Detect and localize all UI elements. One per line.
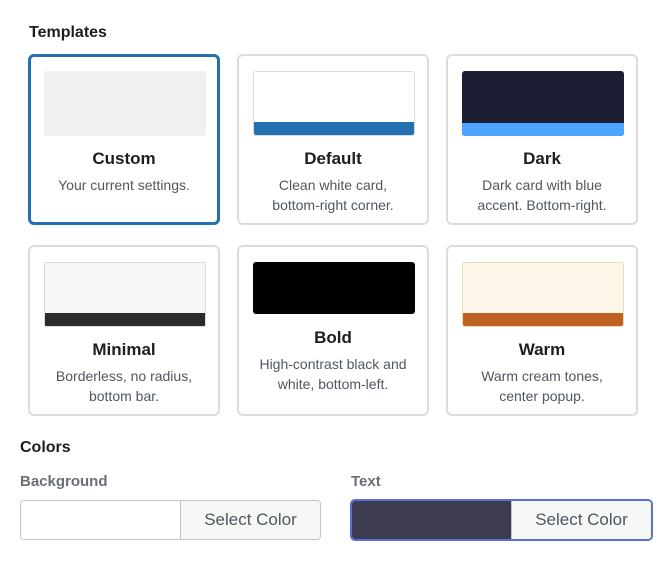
template-preview-custom xyxy=(44,71,206,136)
template-card-warm[interactable]: Warm Warm cream tones, center popup. xyxy=(446,245,638,416)
template-preview-warm xyxy=(462,262,624,327)
preview-accent-bar xyxy=(462,123,624,136)
template-name: Bold xyxy=(314,328,352,347)
preview-accent-bar xyxy=(45,313,205,326)
text-color-picker: Select Color xyxy=(350,499,653,541)
text-select-color-button[interactable]: Select Color xyxy=(512,501,651,539)
template-card-dark[interactable]: Dark Dark card with blue accent. Bottom-… xyxy=(446,54,638,225)
template-description: Clean white card, bottom-right corner. xyxy=(272,177,394,213)
background-select-color-button[interactable]: Select Color xyxy=(181,501,320,539)
preview-accent-bar xyxy=(463,313,623,326)
background-color-label: Background xyxy=(20,473,108,490)
template-description: Dark card with blue accent. Bottom-right… xyxy=(477,177,607,213)
colors-heading: Colors xyxy=(20,439,71,456)
background-color-swatch[interactable] xyxy=(21,501,181,539)
background-color-picker: Select Color xyxy=(20,500,321,540)
template-description: Your current settings. xyxy=(58,177,190,193)
template-grid: Custom Your current settings. Default Cl… xyxy=(28,54,638,418)
template-preview-default xyxy=(253,71,415,136)
template-name: Custom xyxy=(92,149,156,168)
template-name: Dark xyxy=(523,149,561,168)
template-preview-dark xyxy=(462,71,624,136)
template-card-bold[interactable]: Bold High-contrast black and white, bott… xyxy=(237,245,429,416)
template-preview-bold xyxy=(253,262,415,314)
template-card-custom[interactable]: Custom Your current settings. xyxy=(28,54,220,225)
template-name: Default xyxy=(304,149,362,168)
text-color-label: Text xyxy=(351,473,381,490)
template-card-minimal[interactable]: Minimal Borderless, no radius, bottom ba… xyxy=(28,245,220,416)
template-description: Warm cream tones, center popup. xyxy=(481,368,603,404)
preview-accent-bar xyxy=(254,122,414,135)
text-color-swatch[interactable] xyxy=(352,501,512,539)
template-preview-minimal xyxy=(44,262,206,327)
template-name: Minimal xyxy=(92,340,156,359)
template-description: High-contrast black and white, bottom-le… xyxy=(259,356,407,392)
template-name: Warm xyxy=(518,340,566,359)
template-card-default[interactable]: Default Clean white card, bottom-right c… xyxy=(237,54,429,225)
template-description: Borderless, no radius, bottom bar. xyxy=(55,368,193,404)
templates-heading: Templates xyxy=(29,24,107,41)
